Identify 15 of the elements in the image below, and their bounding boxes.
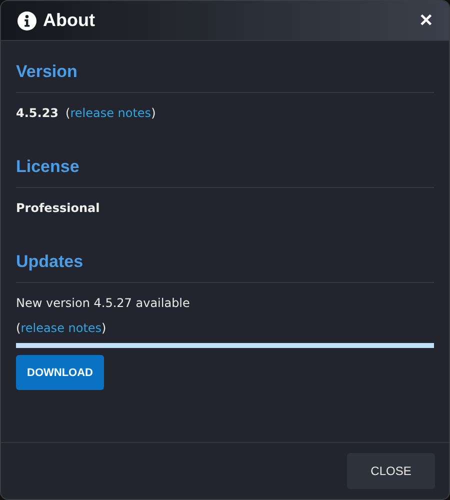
- window-title: About: [43, 10, 95, 31]
- close-button[interactable]: CLOSE: [347, 453, 435, 489]
- update-text: New version 4.5.27 available: [16, 295, 190, 312]
- release-notes-text: (release notes): [66, 105, 156, 122]
- release-notes-text: (release notes): [16, 321, 106, 335]
- download-button[interactable]: DOWNLOAD: [16, 355, 104, 390]
- section-title: Version: [16, 61, 78, 83]
- release-notes-link[interactable]: release notes: [70, 106, 152, 120]
- info-icon: [17, 10, 37, 30]
- section-title: Updates: [16, 251, 84, 273]
- release-notes-link[interactable]: release notes: [20, 321, 102, 335]
- section-title: License: [16, 156, 80, 178]
- close-button[interactable]: ✕: [419, 10, 433, 31]
- license-text: Professional: [16, 200, 100, 217]
- version-text: 4.5.23: [16, 105, 59, 122]
